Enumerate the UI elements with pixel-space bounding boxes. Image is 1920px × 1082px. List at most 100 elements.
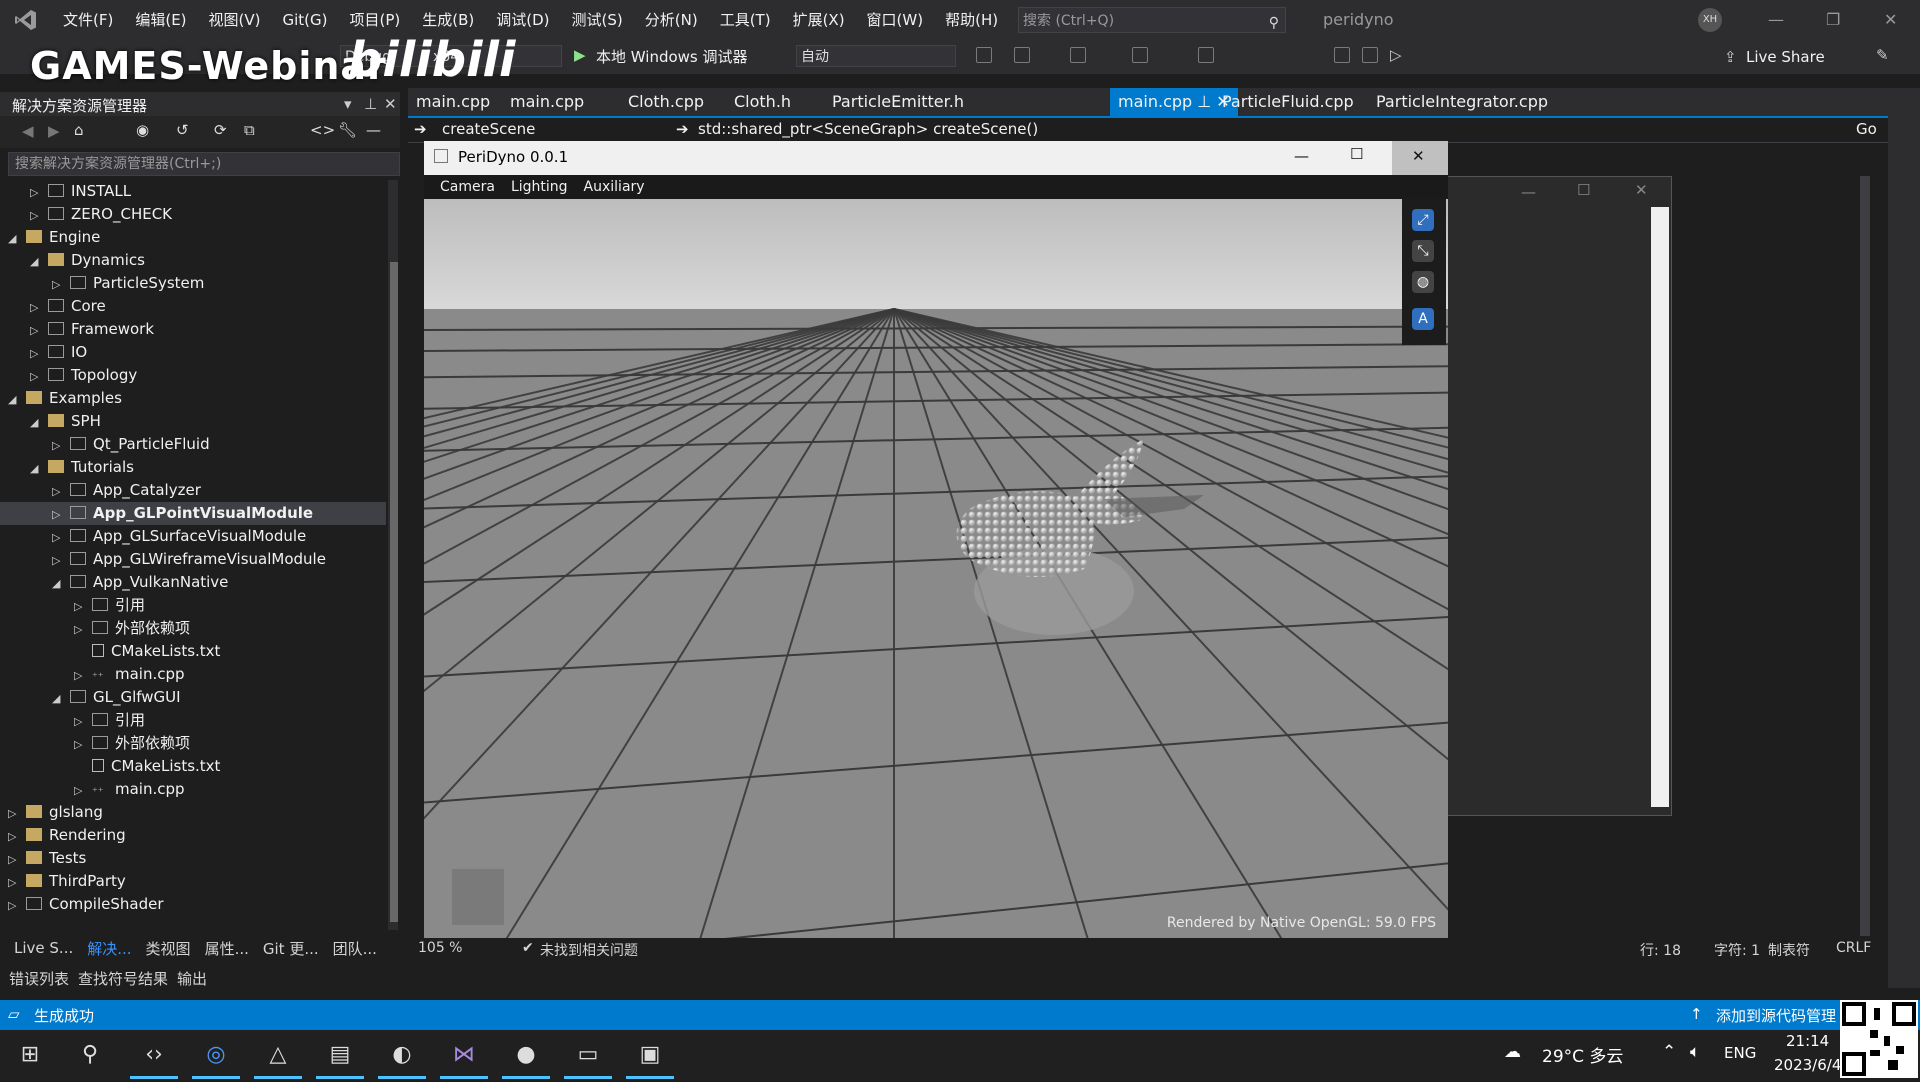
- minimize-icon[interactable]: —: [1768, 10, 1784, 29]
- solution-scrollbar-thumb[interactable]: [390, 262, 398, 922]
- home-icon[interactable]: ⌂: [74, 121, 84, 139]
- tree-item[interactable]: ◢ Tutorials: [0, 456, 386, 479]
- tree-item[interactable]: ▷ IO: [0, 341, 386, 364]
- collapsed-arrow-icon[interactable]: ▷: [74, 595, 92, 618]
- toolbar-icon-6[interactable]: [1362, 47, 1378, 63]
- menu-item[interactable]: 帮助(H): [934, 0, 1009, 40]
- collapsed-arrow-icon[interactable]: ▷: [8, 825, 26, 848]
- feedback-icon[interactable]: ✎: [1876, 46, 1889, 64]
- toolbar-icon-2[interactable]: [1014, 47, 1030, 63]
- history-icon[interactable]: ↺: [176, 121, 189, 139]
- collapsed-arrow-icon[interactable]: ▷: [30, 342, 48, 365]
- maximize-icon[interactable]: ☐: [1577, 181, 1590, 199]
- minimize-icon[interactable]: —: [1294, 147, 1309, 165]
- output-tab[interactable]: 查找符号结果: [78, 968, 168, 989]
- solution-search-input[interactable]: 搜索解决方案资源管理器(Ctrl+;): [8, 152, 400, 176]
- close-button[interactable]: ✕: [1392, 141, 1448, 175]
- menu-item[interactable]: 视图(V): [198, 0, 272, 40]
- close-icon[interactable]: ✕: [1884, 10, 1897, 29]
- auto-select[interactable]: 自动: [796, 45, 956, 67]
- tree-item[interactable]: ▷ glslang: [0, 801, 386, 824]
- tree-item[interactable]: ▷ Qt_ParticleFluid: [0, 433, 386, 456]
- bookmark-icon[interactable]: [1198, 47, 1214, 63]
- fit-view-icon[interactable]: ⤢: [1412, 209, 1434, 231]
- collapsed-arrow-icon[interactable]: ▷: [74, 733, 92, 756]
- collapsed-arrow-icon[interactable]: ▷: [52, 480, 70, 503]
- add-to-source-control[interactable]: 添加到源代码管理: [1716, 1005, 1836, 1026]
- search-input[interactable]: 搜索 (Ctrl+Q) ⚲: [1018, 7, 1286, 33]
- search-icon[interactable]: ⚲: [74, 1039, 106, 1071]
- collapsed-arrow-icon[interactable]: ▷: [74, 779, 92, 802]
- collapsed-arrow-icon[interactable]: ▷: [8, 802, 26, 825]
- editor-tab[interactable]: Cloth.h: [726, 88, 799, 116]
- tree-item[interactable]: ▷ 引用: [0, 594, 386, 617]
- issues-text[interactable]: 未找到相关问题: [540, 940, 638, 960]
- expanded-arrow-icon[interactable]: ◢: [8, 227, 26, 250]
- volume-icon[interactable]: 🔈︎: [1690, 1042, 1700, 1062]
- pan-icon[interactable]: ⤡: [1412, 240, 1434, 262]
- clock-date[interactable]: 2023/6/4: [1774, 1056, 1841, 1074]
- collapsed-arrow-icon[interactable]: ▷: [8, 894, 26, 917]
- tree-item[interactable]: ▷ Framework: [0, 318, 386, 341]
- editor-tab[interactable]: Cloth.cpp: [620, 88, 712, 116]
- background-window-scrollbar[interactable]: [1651, 207, 1669, 807]
- pin-icon[interactable]: ⊥: [364, 95, 377, 113]
- tree-item[interactable]: ▷ ZERO_CHECK: [0, 203, 386, 226]
- editor-tab[interactable]: ParticleEmitter.h: [824, 88, 972, 116]
- tree-item[interactable]: ▷ App_GLSurfaceVisualModule: [0, 525, 386, 548]
- collapsed-arrow-icon[interactable]: ▷: [8, 848, 26, 871]
- render-viewport[interactable]: Rendered by Native OpenGL: 59.0 FPS: [424, 199, 1448, 943]
- collapsed-arrow-icon[interactable]: ▷: [30, 319, 48, 342]
- tree-item[interactable]: ◢ GL_GlfwGUI: [0, 686, 386, 709]
- editor-tab[interactable]: ParticleIntegrator.cpp: [1368, 88, 1556, 116]
- input-language[interactable]: ENG: [1724, 1044, 1756, 1062]
- close-icon[interactable]: ✕: [1635, 181, 1648, 199]
- avatar[interactable]: XH: [1698, 8, 1722, 32]
- panel-tab[interactable]: Git 更...: [263, 938, 319, 959]
- editor-tab[interactable]: ParticleFluid.cpp: [1214, 88, 1362, 116]
- restore-icon[interactable]: ❐: [1826, 10, 1840, 29]
- globe-icon[interactable]: ◍: [1412, 271, 1434, 293]
- scope-dropdown[interactable]: createScene: [442, 120, 535, 138]
- collapsed-arrow-icon[interactable]: ▷: [52, 273, 70, 296]
- member-dropdown[interactable]: std::shared_ptr<SceneGraph> createScene(…: [698, 120, 1038, 138]
- tree-item[interactable]: ▷ Rendering: [0, 824, 386, 847]
- tree-item[interactable]: CMakeLists.txt: [0, 755, 386, 778]
- tree-item[interactable]: ▷ Tests: [0, 847, 386, 870]
- tree-item[interactable]: ▷ App_GLPointVisualModule: [0, 502, 386, 525]
- tree-item[interactable]: ▷ INSTALL: [0, 180, 386, 203]
- menu-item[interactable]: 扩展(X): [782, 0, 856, 40]
- tree-item[interactable]: ▷ App_Catalyzer: [0, 479, 386, 502]
- menu-item[interactable]: Git(G): [272, 0, 339, 40]
- live-share-button[interactable]: Live Share: [1746, 48, 1825, 66]
- toolbar-icon-5[interactable]: [1334, 47, 1350, 63]
- editor-tab[interactable]: main.cpp: [502, 88, 592, 116]
- debugger-button[interactable]: 本地 Windows 调试器: [596, 46, 748, 67]
- collapsed-arrow-icon[interactable]: ▷: [52, 434, 70, 457]
- collapsed-arrow-icon[interactable]: ▷: [52, 526, 70, 549]
- powershell-icon[interactable]: ◐: [378, 1039, 426, 1079]
- expanded-arrow-icon[interactable]: ◢: [8, 388, 26, 411]
- collapsed-arrow-icon[interactable]: ▷: [52, 503, 70, 526]
- expanded-arrow-icon[interactable]: ◢: [30, 411, 48, 434]
- toolbar-icon-3[interactable]: [1070, 47, 1086, 63]
- refresh-icon[interactable]: ⟳: [214, 121, 227, 139]
- close-icon[interactable]: ✕: [384, 95, 397, 113]
- collapsed-arrow-icon[interactable]: ▷: [30, 296, 48, 319]
- tree-item[interactable]: ▷ Topology: [0, 364, 386, 387]
- output-tab[interactable]: 错误列表: [9, 968, 69, 989]
- output-tab[interactable]: 输出: [177, 968, 207, 989]
- tree-item[interactable]: ▷ ParticleSystem: [0, 272, 386, 295]
- tree-item[interactable]: ◢ App_VulkanNative: [0, 571, 386, 594]
- visual-studio-icon[interactable]: ⋈: [440, 1039, 488, 1079]
- collapsed-arrow-icon[interactable]: ▷: [30, 181, 48, 204]
- tree-item[interactable]: ▷ ⁺⁺ main.cpp: [0, 778, 386, 801]
- chrome-icon[interactable]: ◎: [192, 1039, 240, 1079]
- panel-tab[interactable]: 属性...: [205, 938, 249, 959]
- text-icon[interactable]: A: [1412, 308, 1434, 330]
- panel-tab[interactable]: 团队...: [333, 938, 377, 959]
- editor-scrollbar[interactable]: [1860, 176, 1870, 936]
- forward-icon[interactable]: ▶: [48, 122, 60, 140]
- tree-item[interactable]: CMakeLists.txt: [0, 640, 386, 663]
- tree-item[interactable]: ◢ SPH: [0, 410, 386, 433]
